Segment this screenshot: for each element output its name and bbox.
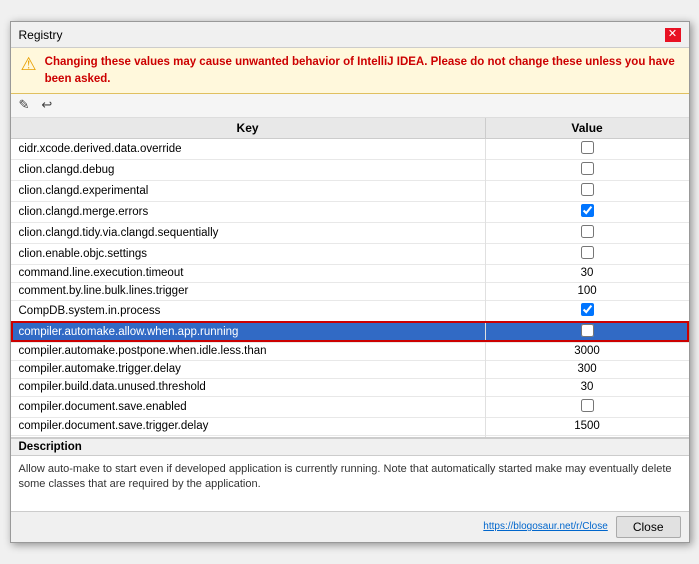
table-row[interactable]: clion.clangd.debug — [11, 159, 689, 180]
table-body: cidr.xcode.derived.data.overrideclion.cl… — [11, 138, 689, 438]
warning-bar: ⚠ Changing these values may cause unwant… — [11, 48, 689, 93]
value-checkbox[interactable] — [581, 324, 594, 337]
key-cell: compiler.automake.postpone.when.idle.les… — [11, 342, 486, 360]
value-cell: 100 — [485, 282, 688, 300]
key-cell: compiler.document.save.enabled — [11, 396, 486, 417]
table-row[interactable]: clion.enable.objc.settings — [11, 243, 689, 264]
key-cell: compiler.automake.trigger.delay — [11, 360, 486, 378]
value-cell[interactable] — [485, 138, 688, 159]
key-cell: cidr.xcode.derived.data.override — [11, 138, 486, 159]
close-button[interactable]: Close — [616, 516, 681, 538]
edit-icon: ✎ — [19, 97, 30, 113]
close-title-button[interactable]: ✕ — [665, 28, 681, 42]
value-cell: 30 — [485, 264, 688, 282]
value-cell: 30 — [485, 378, 688, 396]
value-cell[interactable] — [485, 321, 688, 342]
value-cell[interactable] — [485, 201, 688, 222]
value-cell[interactable] — [485, 396, 688, 417]
table-header: Key Value — [11, 118, 689, 139]
table-row[interactable]: CompDB.system.in.process — [11, 300, 689, 321]
value-cell[interactable] — [485, 159, 688, 180]
key-cell: clion.clangd.tidy.via.clangd.sequentiall… — [11, 222, 486, 243]
key-cell: CompDB.system.in.process — [11, 300, 486, 321]
table-row[interactable]: compiler.automake.postpone.when.idle.les… — [11, 342, 689, 360]
title-bar: Registry ✕ — [11, 22, 689, 48]
description-section: Description Allow auto-make to start eve… — [11, 438, 689, 511]
key-cell: clion.enable.objc.settings — [11, 243, 486, 264]
value-checkbox[interactable] — [581, 204, 594, 217]
value-checkbox[interactable] — [581, 141, 594, 154]
value-checkbox[interactable] — [581, 303, 594, 316]
table-row[interactable]: clion.clangd.experimental — [11, 180, 689, 201]
registry-table: Key Value cidr.xcode.derived.data.overri… — [11, 118, 689, 438]
table-row[interactable]: compiler.automake.trigger.delay300 — [11, 360, 689, 378]
description-text: Allow auto-make to start even if develop… — [11, 456, 689, 511]
key-cell: compiler.automake.allow.when.app.running — [11, 321, 486, 342]
footer: https://blogosaur.net/r/Close Close — [11, 511, 689, 542]
dialog-title: Registry — [19, 28, 63, 42]
value-cell: 1500 — [485, 417, 688, 435]
key-column-header: Key — [11, 118, 486, 139]
value-cell[interactable] — [485, 300, 688, 321]
value-checkbox[interactable] — [581, 183, 594, 196]
warning-icon: ⚠ — [21, 54, 37, 76]
table-row[interactable]: cidr.xcode.derived.data.override — [11, 138, 689, 159]
table-row[interactable]: compiler.build.data.unused.threshold30 — [11, 378, 689, 396]
table-row[interactable]: clion.clangd.merge.errors — [11, 201, 689, 222]
value-checkbox[interactable] — [581, 399, 594, 412]
value-cell[interactable] — [485, 222, 688, 243]
key-cell: clion.clangd.debug — [11, 159, 486, 180]
value-checkbox[interactable] — [581, 246, 594, 259]
table-row[interactable]: compiler.automake.allow.when.app.running — [11, 321, 689, 342]
value-checkbox[interactable] — [581, 225, 594, 238]
undo-button[interactable]: ↩ — [37, 95, 56, 115]
edit-button[interactable]: ✎ — [15, 95, 34, 115]
table-row[interactable]: compiler.document.save.enabled — [11, 396, 689, 417]
value-column-header: Value — [485, 118, 688, 139]
value-cell[interactable] — [485, 243, 688, 264]
key-cell: clion.clangd.experimental — [11, 180, 486, 201]
toolbar: ✎ ↩ — [11, 94, 689, 118]
description-label: Description — [11, 439, 689, 456]
key-cell: compiler.build.data.unused.threshold — [11, 378, 486, 396]
undo-icon: ↩ — [41, 97, 52, 113]
table-row[interactable]: clion.clangd.tidy.via.clangd.sequentiall… — [11, 222, 689, 243]
warning-text: Changing these values may cause unwanted… — [45, 54, 679, 86]
registry-dialog: Registry ✕ ⚠ Changing these values may c… — [10, 21, 690, 542]
value-cell: 3000 — [485, 342, 688, 360]
key-cell: command.line.execution.timeout — [11, 264, 486, 282]
key-cell: comment.by.line.bulk.lines.trigger — [11, 282, 486, 300]
value-checkbox[interactable] — [581, 162, 594, 175]
value-cell: 300 — [485, 360, 688, 378]
table-row[interactable]: comment.by.line.bulk.lines.trigger100 — [11, 282, 689, 300]
footer-link[interactable]: https://blogosaur.net/r/Close — [483, 521, 608, 532]
key-cell: compiler.document.save.trigger.delay — [11, 417, 486, 435]
table-row[interactable]: command.line.execution.timeout30 — [11, 264, 689, 282]
value-cell[interactable] — [485, 180, 688, 201]
key-cell: clion.clangd.merge.errors — [11, 201, 486, 222]
registry-table-container: Key Value cidr.xcode.derived.data.overri… — [11, 118, 689, 438]
table-row[interactable]: compiler.document.save.trigger.delay1500 — [11, 417, 689, 435]
